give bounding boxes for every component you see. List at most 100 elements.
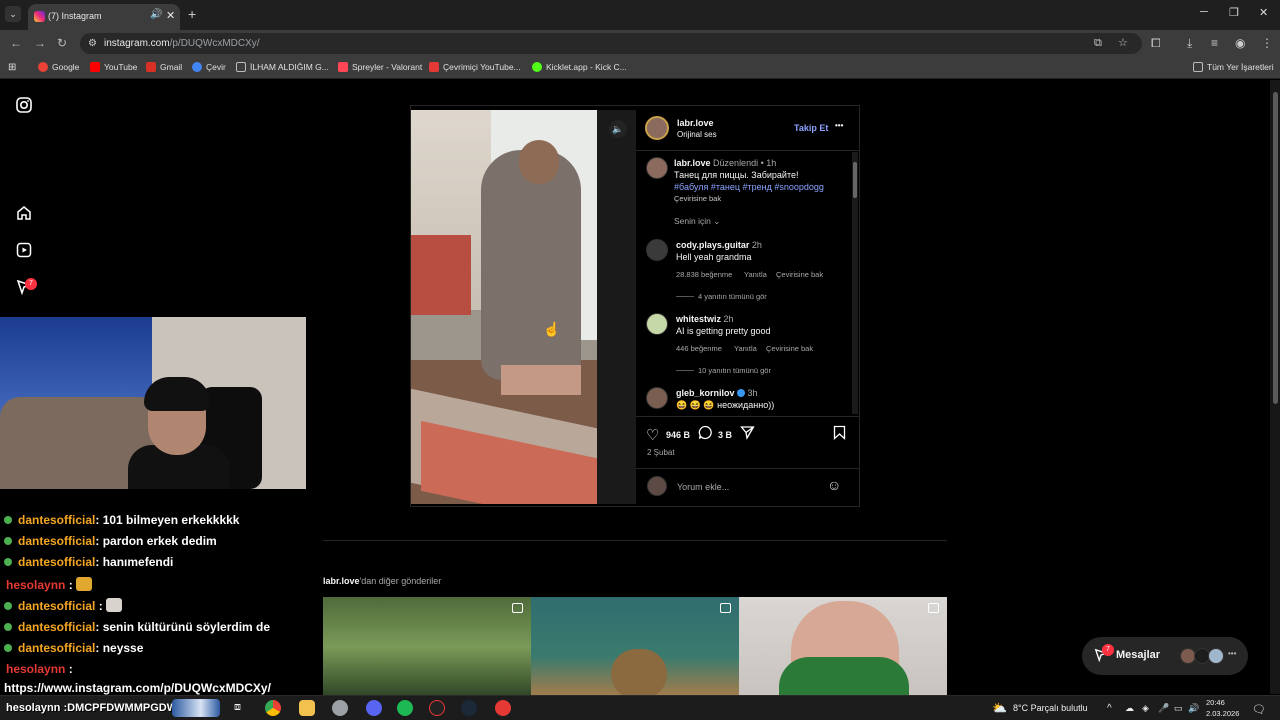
view-replies-link[interactable]: 10 yanıtın tümünü gör	[698, 366, 771, 375]
notifications-icon[interactable]: 🗨	[1252, 703, 1266, 716]
post-thumbnail[interactable]	[739, 597, 947, 697]
forward-icon[interactable]: →	[34, 36, 46, 50]
task-view-icon[interactable]: ⧈	[234, 701, 241, 714]
chat-overlay-bottom: hesolaynn :DMCPFDWMMPGDWG	[6, 702, 186, 714]
tab-search-button[interactable]: ⌄	[5, 6, 21, 22]
apps-icon[interactable]: ⊞	[8, 62, 16, 73]
address-bar[interactable]: ⚙ instagram.com/p/DUQWcxMDCXy/ ⧉ ☆	[80, 33, 1142, 54]
new-tab-button[interactable]: +	[188, 6, 196, 22]
discord-icon[interactable]	[366, 700, 382, 716]
audio-label[interactable]: Orijinal ses	[677, 130, 717, 139]
comment-header: gleb_kornilov 3h	[676, 388, 758, 398]
emoji-picker-icon[interactable]: ☺	[827, 477, 841, 493]
page-scrollbar[interactable]	[1270, 80, 1280, 694]
downloads-icon[interactable]: ⤓	[1187, 36, 1192, 51]
bookmark-folder-ilham[interactable]: İLHAM ALDIĞIM G...	[236, 62, 329, 72]
messages-button[interactable]: 7 Mesajlar •••	[1082, 637, 1248, 675]
google-icon	[38, 62, 48, 72]
follow-button[interactable]: Takip Et	[794, 123, 828, 133]
bookmark-spreyler[interactable]: Spreyler - Valorant	[338, 62, 422, 72]
browser-toolbar: ← → ↻ ⚙ instagram.com/p/DUQWcxMDCXy/ ⧉ ☆…	[0, 30, 1280, 57]
valorant-icon	[338, 62, 348, 72]
bookmark-youtube[interactable]: YouTube	[90, 62, 137, 72]
see-translation-link[interactable]: Çevirisine bak	[776, 270, 823, 279]
site-info-icon[interactable]: ⚙	[88, 33, 97, 54]
avatar[interactable]	[646, 387, 668, 409]
all-bookmarks-folder[interactable]: Tüm Yer İşaretleri	[1193, 62, 1274, 72]
chrome-taskbar-icon[interactable]	[265, 700, 281, 716]
home-icon[interactable]	[15, 205, 33, 223]
steam-icon[interactable]	[461, 700, 477, 716]
volume-icon[interactable]: 🔊	[1188, 703, 1199, 714]
comment-filter-dropdown[interactable]: Senin için ⌄	[674, 216, 720, 227]
network-icon[interactable]: ☁	[1125, 703, 1134, 714]
tray-overflow-icon[interactable]: ^	[1107, 703, 1112, 714]
clock-time[interactable]: 20:46	[1206, 698, 1225, 707]
app-taskbar-icon[interactable]	[429, 700, 445, 716]
clock-date[interactable]: 2.03.2026	[1206, 709, 1239, 718]
reply-button[interactable]: Yanıtla	[744, 270, 767, 279]
file-explorer-icon[interactable]	[299, 700, 315, 716]
comment-count: 3 B	[718, 430, 733, 440]
bookmark-kicklet[interactable]: Kicklet.app - Kick C...	[532, 62, 627, 72]
more-options-icon[interactable]: •••	[835, 121, 843, 130]
spotify-icon[interactable]	[397, 700, 413, 716]
bookmark-cevrimici[interactable]: Çevrimiçi YouTube...	[429, 62, 521, 72]
instagram-logo-icon[interactable]	[15, 97, 33, 115]
reply-button[interactable]: Yanıtla	[734, 344, 757, 353]
share-icon[interactable]	[740, 425, 755, 442]
microphone-icon[interactable]: 🎤	[1158, 703, 1169, 714]
sound-toggle-icon[interactable]: 🔈	[609, 120, 627, 138]
post-thumbnail[interactable]	[531, 597, 739, 697]
close-window-button[interactable]: ✕	[1259, 6, 1268, 19]
avatar[interactable]	[646, 239, 668, 261]
scrollbar-thumb[interactable]	[1273, 92, 1278, 404]
like-icon[interactable]: ♡	[646, 426, 659, 444]
comment-icon[interactable]	[698, 425, 713, 442]
weather-icon[interactable]: ⛅	[992, 701, 1007, 715]
post-date: 2 Şubat	[647, 448, 675, 457]
taskbar-thumbnail[interactable]	[172, 699, 220, 717]
youtube-converter-icon	[429, 62, 439, 72]
chat-message: dantesofficial :	[4, 598, 123, 613]
bookmark-star-icon[interactable]: ☆	[1118, 33, 1128, 54]
weather-text[interactable]: 8°C Parçalı bulutlu	[1013, 703, 1088, 713]
comment-likes[interactable]: 446 beğenme	[676, 344, 722, 353]
avatar[interactable]	[645, 116, 669, 140]
reels-icon[interactable]	[15, 242, 33, 260]
display-icon[interactable]: ▭	[1174, 703, 1183, 714]
back-icon[interactable]: ←	[10, 36, 22, 50]
reel-video[interactable]: 🔈	[411, 110, 636, 504]
post-author[interactable]: labr.love	[677, 118, 714, 128]
bookmark-google[interactable]: Google	[38, 62, 79, 72]
bookmark-gmail[interactable]: Gmail	[146, 62, 182, 72]
caption-hashtags[interactable]: #бабуля #танец #тренд #snoopdogg	[674, 182, 824, 192]
avatar[interactable]	[646, 157, 668, 179]
reload-icon[interactable]: ↻	[57, 36, 67, 50]
minimize-button[interactable]: ─	[1200, 6, 1208, 18]
comment-likes[interactable]: 28.838 beğenme	[676, 270, 732, 279]
see-translation-link[interactable]: Çevirisine bak	[766, 344, 813, 353]
bookmark-cevir[interactable]: Çevir	[192, 62, 226, 72]
tab-instagram[interactable]: (7) Instagram 🔊 ✕	[28, 4, 180, 30]
view-replies-link[interactable]: 4 yanıtın tümünü gör	[698, 292, 767, 301]
tab-audio-icon[interactable]: 🔊	[150, 9, 162, 20]
see-translation-link[interactable]: Çevirisine bak	[674, 194, 721, 203]
comment-input[interactable]: Yorum ekle...	[677, 482, 729, 492]
menu-icon[interactable]: ⋮	[1261, 36, 1273, 50]
tray-app-icon[interactable]: ◈	[1142, 703, 1149, 714]
maximize-button[interactable]: ❐	[1229, 6, 1239, 19]
profile-icon[interactable]: ◉	[1235, 36, 1245, 50]
comments-scrollbar[interactable]	[852, 152, 858, 414]
app-taskbar-icon[interactable]	[495, 700, 511, 716]
extensions-icon[interactable]: ⧠	[1151, 36, 1161, 51]
media-control-icon[interactable]: ≡	[1211, 36, 1218, 50]
post-card: 🔈 labr.love Orijinal ses Takip Et ••• la…	[410, 105, 860, 507]
save-icon[interactable]	[833, 425, 846, 442]
post-thumbnail[interactable]	[323, 597, 531, 697]
youtube-icon	[90, 62, 100, 72]
avatar[interactable]	[646, 313, 668, 335]
app-taskbar-icon[interactable]	[332, 700, 348, 716]
tab-close-icon[interactable]: ✕	[166, 9, 175, 22]
install-app-icon[interactable]: ⧉	[1094, 33, 1102, 54]
